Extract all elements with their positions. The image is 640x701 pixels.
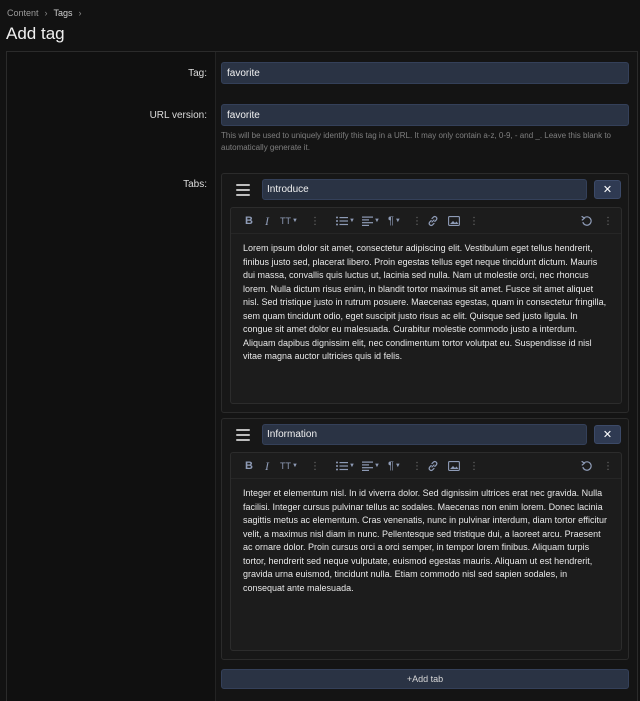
tab-name-input[interactable]: Introduce — [262, 179, 587, 200]
chevron-right-icon: › — [78, 8, 82, 18]
image-icon — [448, 461, 460, 471]
rich-text-editor[interactable]: B I TT ▼ ⋮ ▼ ▼ ¶ ▼ ⋮ ⋮ — [230, 207, 622, 404]
url-version-help: This will be used to uniquely identify t… — [221, 131, 611, 152]
tab-item: Introduce ✕ B I TT ▼ ⋮ ▼ ▼ ¶ ▼ ⋮ ⋮ ⋮ Lor… — [221, 173, 629, 413]
page-title: Add tag — [6, 24, 65, 43]
image-button[interactable] — [448, 458, 460, 474]
tab-name-input[interactable]: Information — [262, 424, 587, 445]
add-tag-form: Tag: favorite URL version: favorite This… — [6, 51, 638, 701]
more-icon[interactable]: ⋮ — [469, 213, 479, 229]
breadcrumb-item-content[interactable]: Content — [7, 8, 39, 18]
tag-label: Tag: — [188, 68, 207, 79]
breadcrumb: Content › Tags › — [7, 8, 82, 18]
url-version-label: URL version: — [149, 110, 207, 121]
editor-toolbar: B I TT ▼ ⋮ ▼ ▼ ¶ ▼ ⋮ ⋮ ⋮ — [231, 453, 621, 479]
bulleted-list-button[interactable]: ▼ — [336, 458, 355, 474]
link-button[interactable] — [427, 458, 439, 474]
more-icon[interactable]: ⋮ — [310, 213, 320, 229]
tab-item: Information ✕ B I TT ▼ ⋮ ▼ ▼ ¶ ▼ ⋮ ⋮ ⋮ I… — [221, 418, 629, 660]
align-button[interactable]: ▼ — [362, 458, 380, 474]
link-icon — [428, 461, 438, 471]
remove-tab-button[interactable]: ✕ — [594, 180, 621, 199]
drag-handle-icon[interactable] — [236, 429, 250, 441]
align-left-icon — [362, 461, 373, 471]
add-tab-button[interactable]: +Add tab — [221, 669, 629, 689]
tabs-label: Tabs: — [183, 179, 207, 190]
more-icon[interactable]: ⋮ — [310, 458, 320, 474]
paragraph-button[interactable]: ¶ ▼ — [388, 458, 401, 474]
undo-button[interactable] — [581, 458, 593, 474]
drag-handle-icon[interactable] — [236, 184, 250, 196]
link-icon — [428, 216, 438, 226]
text-size-button[interactable]: TT ▼ — [280, 213, 298, 229]
list-icon — [336, 216, 348, 226]
text-size-label: TT — [280, 216, 291, 226]
bold-button[interactable]: B — [245, 213, 253, 229]
chevron-right-icon: › — [44, 8, 48, 18]
remove-tab-button[interactable]: ✕ — [594, 425, 621, 444]
paragraph-icon: ¶ — [388, 460, 394, 472]
link-button[interactable] — [427, 213, 439, 229]
text-size-label: TT — [280, 461, 291, 471]
more-icon[interactable]: ⋮ — [412, 213, 422, 229]
list-icon — [336, 461, 348, 471]
editor-content[interactable]: Lorem ipsum dolor sit amet, consectetur … — [231, 234, 621, 364]
undo-icon — [581, 460, 592, 471]
paragraph-button[interactable]: ¶ ▼ — [388, 213, 401, 229]
bold-button[interactable]: B — [245, 458, 253, 474]
align-left-icon — [362, 216, 373, 226]
more-icon[interactable]: ⋮ — [412, 458, 422, 474]
tag-input[interactable]: favorite — [221, 62, 629, 84]
editor-toolbar: B I TT ▼ ⋮ ▼ ▼ ¶ ▼ ⋮ ⋮ ⋮ — [231, 208, 621, 234]
align-button[interactable]: ▼ — [362, 213, 380, 229]
rich-text-editor[interactable]: B I TT ▼ ⋮ ▼ ▼ ¶ ▼ ⋮ ⋮ — [230, 452, 622, 651]
image-button[interactable] — [448, 213, 460, 229]
breadcrumb-item-tags[interactable]: Tags — [54, 8, 73, 18]
undo-button[interactable] — [581, 213, 593, 229]
italic-button[interactable]: I — [265, 458, 269, 474]
undo-icon — [581, 215, 592, 226]
paragraph-icon: ¶ — [388, 215, 394, 227]
more-icon[interactable]: ⋮ — [603, 458, 613, 474]
label-column — [7, 52, 216, 701]
image-icon — [448, 216, 460, 226]
more-icon[interactable]: ⋮ — [603, 213, 613, 229]
bulleted-list-button[interactable]: ▼ — [336, 213, 355, 229]
italic-button[interactable]: I — [265, 213, 269, 229]
text-size-button[interactable]: TT ▼ — [280, 458, 298, 474]
url-version-input[interactable]: favorite — [221, 104, 629, 126]
editor-content[interactable]: Integer et elementum nisl. In id viverra… — [231, 479, 621, 595]
more-icon[interactable]: ⋮ — [469, 458, 479, 474]
